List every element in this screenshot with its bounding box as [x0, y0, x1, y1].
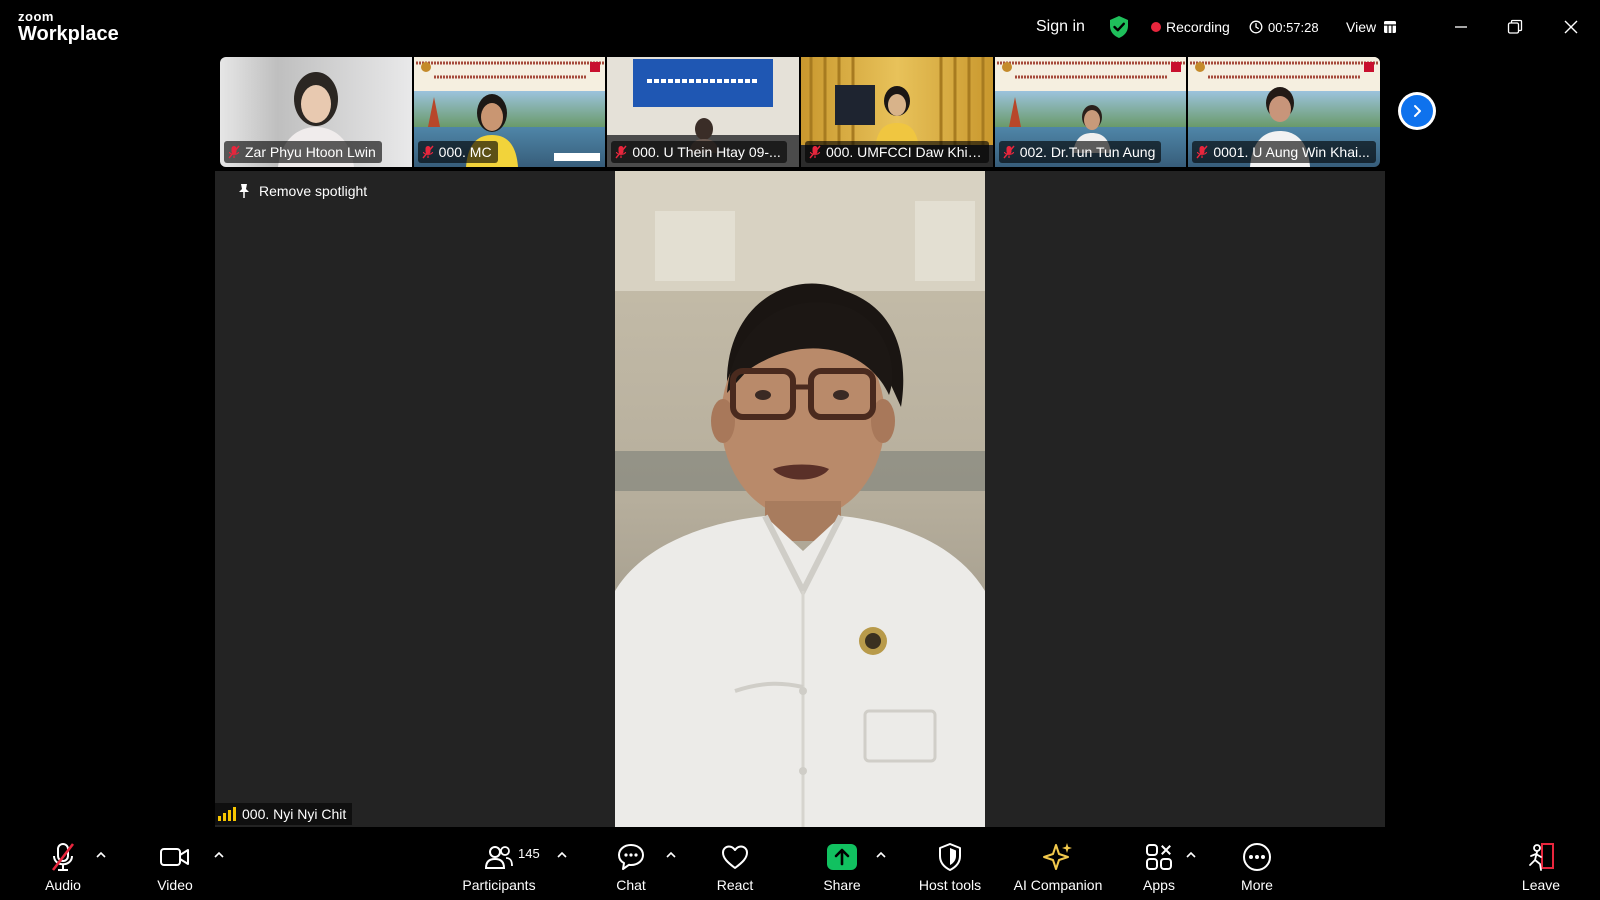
- speaker-name: 000. Nyi Nyi Chit: [242, 806, 347, 822]
- grid-view-icon: [1384, 21, 1397, 33]
- restore-button[interactable]: [1500, 12, 1530, 42]
- share-options-caret-icon[interactable]: [874, 848, 888, 862]
- muted-mic-icon: [1196, 145, 1208, 159]
- chevron-right-icon: [1414, 105, 1421, 117]
- thumbnail-name-label: 000. U Thein Htay 09-...: [611, 141, 787, 163]
- logo-zoom-text: zoom: [18, 9, 54, 24]
- react-label: React: [716, 877, 754, 893]
- muted-mic-icon: [422, 145, 434, 159]
- security-shield-icon[interactable]: [1108, 0, 1130, 54]
- chat-icon: [618, 844, 644, 870]
- logo-workplace-text: Workplace: [18, 23, 119, 45]
- ai-sparkle-icon: [1043, 843, 1072, 870]
- recording-dot-icon: [1151, 22, 1161, 32]
- participant-thumbnail-strip: Zar Phyu Htoon Lwin 000. MC 000. U Thein…: [220, 57, 1380, 167]
- thumbnail-name-label: 0001. U Aung Win Khai...: [1192, 141, 1376, 163]
- thumbnail-name: 000. UMFCCI Daw Khin...: [826, 144, 984, 160]
- thumbnail-name: 0001. U Aung Win Khai...: [1213, 144, 1370, 160]
- video-button[interactable]: Video: [130, 841, 220, 895]
- chat-button[interactable]: Chat: [586, 841, 676, 895]
- participants-icon: [484, 846, 513, 869]
- view-label: View: [1346, 19, 1377, 35]
- clock-icon: [1249, 20, 1263, 34]
- thumbnail-name-label: 000. MC: [417, 141, 498, 163]
- ai-companion-label: AI Companion: [1013, 877, 1103, 893]
- participant-thumbnail[interactable]: 000. U Thein Htay 09-...: [607, 57, 800, 167]
- participant-thumbnail[interactable]: 000. UMFCCI Daw Khin...: [801, 57, 993, 167]
- view-button[interactable]: View: [1346, 0, 1397, 54]
- chat-label: Chat: [616, 877, 646, 893]
- close-button[interactable]: [1556, 12, 1586, 42]
- participants-options-caret-icon[interactable]: [555, 848, 569, 862]
- react-button[interactable]: React: [690, 841, 780, 895]
- minimize-icon: [1455, 26, 1467, 28]
- leave-button[interactable]: Leave: [1496, 841, 1586, 895]
- more-ellipsis-icon: [1243, 843, 1271, 871]
- audio-label: Audio: [45, 877, 81, 893]
- chat-options-caret-icon[interactable]: [664, 848, 678, 862]
- participant-thumbnail[interactable]: 002. Dr.Tun Tun Aung: [994, 57, 1187, 167]
- meeting-toolbar: Audio Video Participants 145 Chat React …: [0, 829, 1600, 900]
- participants-label: Participants: [462, 877, 536, 893]
- sign-in-link[interactable]: Sign in: [1036, 0, 1085, 54]
- thumbnail-name: 000. U Thein Htay 09-...: [632, 144, 781, 160]
- muted-microphone-icon: [51, 843, 75, 871]
- share-screen-icon: [827, 844, 857, 870]
- thumbnail-name-label: 002. Dr.Tun Tun Aung: [998, 141, 1162, 163]
- restore-icon: [1507, 19, 1523, 34]
- speaker-video[interactable]: [615, 171, 985, 827]
- muted-mic-icon: [809, 145, 821, 159]
- next-page-button[interactable]: [1398, 92, 1436, 130]
- apps-label: Apps: [1143, 877, 1175, 893]
- muted-mic-icon: [228, 145, 240, 159]
- apps-options-caret-icon[interactable]: [1184, 848, 1198, 862]
- participant-thumbnail[interactable]: Zar Phyu Htoon Lwin: [220, 57, 412, 167]
- video-camera-icon: [160, 848, 189, 866]
- meeting-timer: 00:57:28: [1249, 0, 1319, 54]
- minimize-button[interactable]: [1446, 12, 1476, 42]
- thumbnail-name: Zar Phyu Htoon Lwin: [245, 144, 376, 160]
- video-options-caret-icon[interactable]: [212, 848, 226, 862]
- thumbnail-name-label: 000. UMFCCI Daw Khin...: [805, 141, 990, 163]
- share-label: Share: [823, 877, 861, 893]
- pin-icon: [239, 184, 249, 198]
- close-icon: [1564, 20, 1578, 34]
- title-bar: zoom Workplace Sign in Recording 00:57:2…: [0, 0, 1600, 54]
- apps-icon: [1146, 844, 1172, 870]
- recording-indicator[interactable]: Recording: [1151, 0, 1230, 54]
- speaker-video-image: [615, 171, 985, 827]
- more-button[interactable]: More: [1212, 841, 1302, 895]
- video-label: Video: [157, 877, 193, 893]
- speaker-name-label: 000. Nyi Nyi Chit: [215, 803, 353, 825]
- recording-label: Recording: [1166, 19, 1230, 35]
- participants-count: 145: [518, 846, 540, 861]
- remove-spotlight-button[interactable]: Remove spotlight: [237, 183, 367, 199]
- host-tools-label: Host tools: [918, 877, 982, 893]
- audio-options-caret-icon[interactable]: [94, 848, 108, 862]
- heart-icon: [722, 845, 748, 869]
- spotlight-stage: Remove spotlight 000. Nyi Nyi Chit: [215, 171, 1385, 827]
- leave-label: Leave: [1521, 877, 1561, 893]
- remove-spotlight-label: Remove spotlight: [259, 183, 368, 199]
- muted-mic-icon: [1003, 145, 1015, 159]
- more-label: More: [1241, 877, 1273, 893]
- zoom-workplace-logo: zoom Workplace: [18, 10, 119, 44]
- participant-thumbnail[interactable]: 0001. U Aung Win Khai...: [1188, 57, 1380, 167]
- thumbnail-name: 000. MC: [438, 144, 492, 160]
- thumbnail-name-label: Zar Phyu Htoon Lwin: [224, 141, 382, 163]
- host-tools-button[interactable]: Host tools: [905, 841, 995, 895]
- host-tools-shield-icon: [939, 843, 961, 871]
- ai-companion-button[interactable]: AI Companion: [1008, 841, 1108, 895]
- timer-value: 00:57:28: [1268, 19, 1319, 35]
- connection-bars-icon: [218, 807, 236, 821]
- muted-mic-icon: [615, 145, 627, 159]
- participant-thumbnail[interactable]: 000. MC: [413, 57, 606, 167]
- leave-door-icon: [1529, 843, 1554, 871]
- thumbnail-name: 002. Dr.Tun Tun Aung: [1019, 144, 1156, 160]
